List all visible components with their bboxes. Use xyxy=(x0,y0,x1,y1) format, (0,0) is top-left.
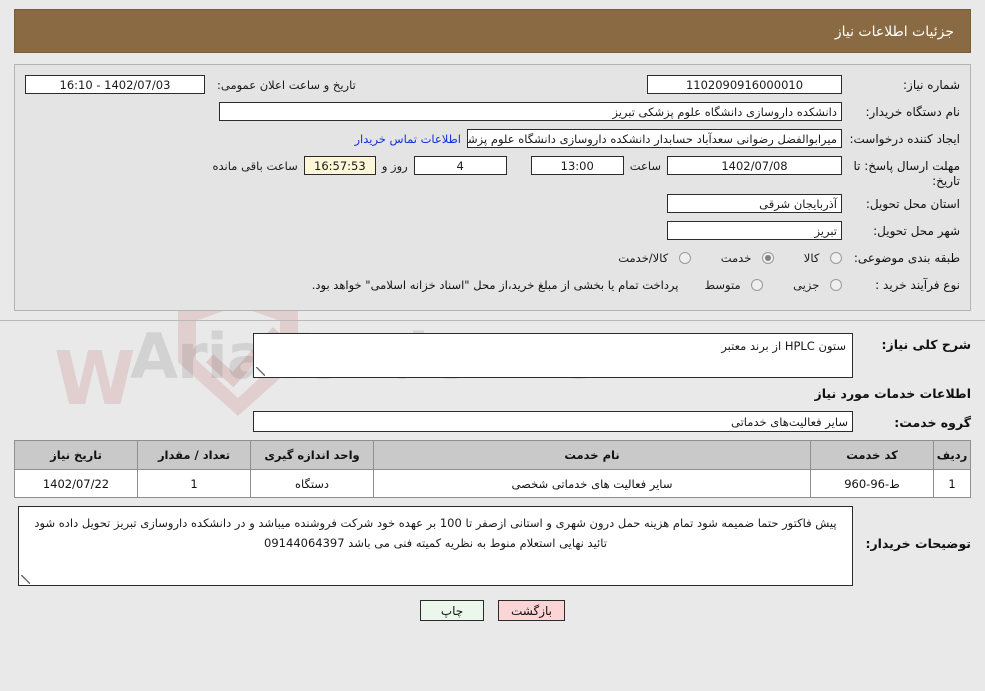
need-description-section: شرح کلی نیاز: ستون HPLC از برند معتبر اط… xyxy=(14,321,971,432)
table-row[interactable]: 1 ط-96-960 سایر فعالیت های خدماتی شخصی د… xyxy=(14,469,971,498)
time-remaining-value[interactable]: 16:57:53 xyxy=(303,156,376,175)
category-option-label: کالا xyxy=(803,251,820,265)
category-radio-group: کالا خدمت کالا/خدمت xyxy=(592,248,842,265)
th-qty: تعداد / مقدار xyxy=(137,440,251,470)
announce-datetime-value[interactable]: 1402/07/03 - 16:10 xyxy=(25,75,205,94)
province-label: استان محل تحویل: xyxy=(865,197,960,211)
days-unit-label: روز و xyxy=(381,159,408,173)
row-requester: ایجاد کننده درخواست: میرابوالفضل رضوانی … xyxy=(25,129,960,151)
deadline-date-value[interactable]: 1402/07/08 xyxy=(667,156,842,175)
category-label: طبقه بندی موضوعی: xyxy=(853,251,960,265)
row-province: استان محل تحویل: آذربایجان شرقی xyxy=(25,194,960,216)
back-button[interactable]: بازگشت xyxy=(498,600,565,621)
cell-qty: 1 xyxy=(137,469,251,498)
category-option-kala-khedmat[interactable]: کالا/خدمت xyxy=(618,251,691,265)
cell-name: سایر فعالیت های خدماتی شخصی xyxy=(373,469,811,498)
buyer-contact-link[interactable]: اطلاعات تماس خریدار xyxy=(348,129,467,146)
th-unit: واحد اندازه گیری xyxy=(250,440,374,470)
need-desc-label: شرح کلی نیاز: xyxy=(881,337,971,352)
th-code: کد خدمت xyxy=(810,440,934,470)
deadline-label: مهلت ارسال پاسخ: تا تاریخ: xyxy=(853,159,960,188)
announce-label: تاریخ و ساعت اعلان عمومی: xyxy=(217,78,356,92)
need-number-value[interactable]: 1102090916000010 xyxy=(647,75,842,94)
resize-grip-icon[interactable] xyxy=(256,367,265,376)
cell-code: ط-96-960 xyxy=(810,469,934,498)
buyer-notes-section: توضیحات خریدار: پیش فاکتور حتما ضمیمه شو… xyxy=(14,506,971,586)
process-option-label: جزیی xyxy=(793,278,820,292)
row-buyer-notes: توضیحات خریدار: پیش فاکتور حتما ضمیمه شو… xyxy=(14,506,971,586)
process-note: پرداخت تمام یا بخشی از مبلغ خرید،از محل … xyxy=(311,278,679,292)
cell-date: 1402/07/22 xyxy=(14,469,138,498)
days-remaining-value[interactable]: 4 xyxy=(413,156,507,175)
process-option-motavaset[interactable]: متوسط xyxy=(704,278,764,292)
deadline-hour-value[interactable]: 13:00 xyxy=(530,156,624,175)
resize-grip-icon[interactable] xyxy=(21,575,30,584)
category-option-label: خدمت xyxy=(720,251,752,265)
th-row: ردیف xyxy=(933,440,971,470)
services-table: ردیف کد خدمت نام خدمت واحد اندازه گیری ت… xyxy=(14,440,971,498)
buyer-notes-value: پیش فاکتور حتما ضمیمه شود تمام هزینه حمل… xyxy=(34,516,837,550)
page-title: جزئیات اطلاعات نیاز xyxy=(14,9,971,53)
city-value[interactable]: تبریز xyxy=(667,221,842,240)
row-service-group: گروه خدمت: سایر فعالیت‌های خدماتی xyxy=(14,411,971,432)
row-category: طبقه بندی موضوعی: کالا خدمت کالا/خدمت xyxy=(25,248,960,270)
category-option-label: کالا/خدمت xyxy=(618,251,669,265)
need-number-label: شماره نیاز: xyxy=(903,78,960,92)
header-area: جزئیات اطلاعات نیاز xyxy=(0,0,985,53)
buyer-org-value[interactable]: دانشکده داروسازی دانشگاه علوم پزشکی تبری… xyxy=(219,102,842,121)
print-button[interactable]: چاپ xyxy=(420,600,484,621)
row-process: نوع فرآیند خرید : جزیی متوسط پرداخت تمام… xyxy=(25,275,960,297)
cell-row: 1 xyxy=(933,469,971,498)
row-need-number: شماره نیاز: 1102090916000010 تاریخ و ساع… xyxy=(25,75,960,97)
deadline-hour-label: ساعت xyxy=(629,159,661,173)
process-radio-group: جزیی متوسط xyxy=(678,275,842,292)
buyer-notes-label: توضیحات خریدار: xyxy=(865,536,971,551)
services-table-wrap: ردیف کد خدمت نام خدمت واحد اندازه گیری ت… xyxy=(14,440,971,498)
row-city: شهر محل تحویل: تبریز xyxy=(25,221,960,243)
table-header-row: ردیف کد خدمت نام خدمت واحد اندازه گیری ت… xyxy=(14,440,971,470)
requester-label: ایجاد کننده درخواست: xyxy=(849,132,960,146)
need-info-panel: شماره نیاز: 1102090916000010 تاریخ و ساع… xyxy=(14,64,971,311)
services-section-heading: اطلاعات خدمات مورد نیاز xyxy=(814,386,972,401)
cell-unit: دستگاه xyxy=(250,469,374,498)
service-group-value[interactable]: سایر فعالیت‌های خدماتی xyxy=(253,411,853,432)
radio-khedmat-icon[interactable] xyxy=(761,252,774,264)
city-label: شهر محل تحویل: xyxy=(873,224,960,238)
th-name: نام خدمت xyxy=(373,440,811,470)
category-option-kala[interactable]: کالا xyxy=(804,251,842,265)
row-deadline: مهلت ارسال پاسخ: تا تاریخ: 1402/07/08 سا… xyxy=(25,156,960,189)
buyer-org-label: نام دستگاه خریدار: xyxy=(865,105,961,119)
process-label: نوع فرآیند خرید : xyxy=(875,278,960,292)
footer-buttons: بازگشت چاپ xyxy=(0,600,985,621)
radio-jozii-icon[interactable] xyxy=(830,279,842,291)
radio-kala-icon[interactable] xyxy=(830,252,842,264)
th-date: تاریخ نیاز xyxy=(14,440,138,470)
need-desc-textarea[interactable]: ستون HPLC از برند معتبر xyxy=(253,333,853,378)
radio-motavaset-icon[interactable] xyxy=(751,279,764,291)
service-group-label: گروه خدمت: xyxy=(894,415,971,430)
category-option-khedmat[interactable]: خدمت xyxy=(721,251,774,265)
buyer-notes-textarea[interactable]: پیش فاکتور حتما ضمیمه شود تمام هزینه حمل… xyxy=(18,506,853,586)
process-option-jozii[interactable]: جزیی xyxy=(793,278,842,292)
row-buyer-org: نام دستگاه خریدار: دانشکده داروسازی دانش… xyxy=(25,102,960,124)
radio-kala-khedmat-icon[interactable] xyxy=(678,252,691,264)
province-value[interactable]: آذربایجان شرقی xyxy=(667,194,842,213)
row-need-desc: شرح کلی نیاز: ستون HPLC از برند معتبر xyxy=(14,333,971,378)
requester-value[interactable]: میرابوالفضل رضوانی سعدآباد حسابدار دانشک… xyxy=(467,129,842,148)
process-option-label: متوسط xyxy=(704,278,741,292)
time-remaining-label: ساعت باقی مانده xyxy=(212,159,298,173)
need-desc-value: ستون HPLC از برند معتبر xyxy=(721,339,846,353)
